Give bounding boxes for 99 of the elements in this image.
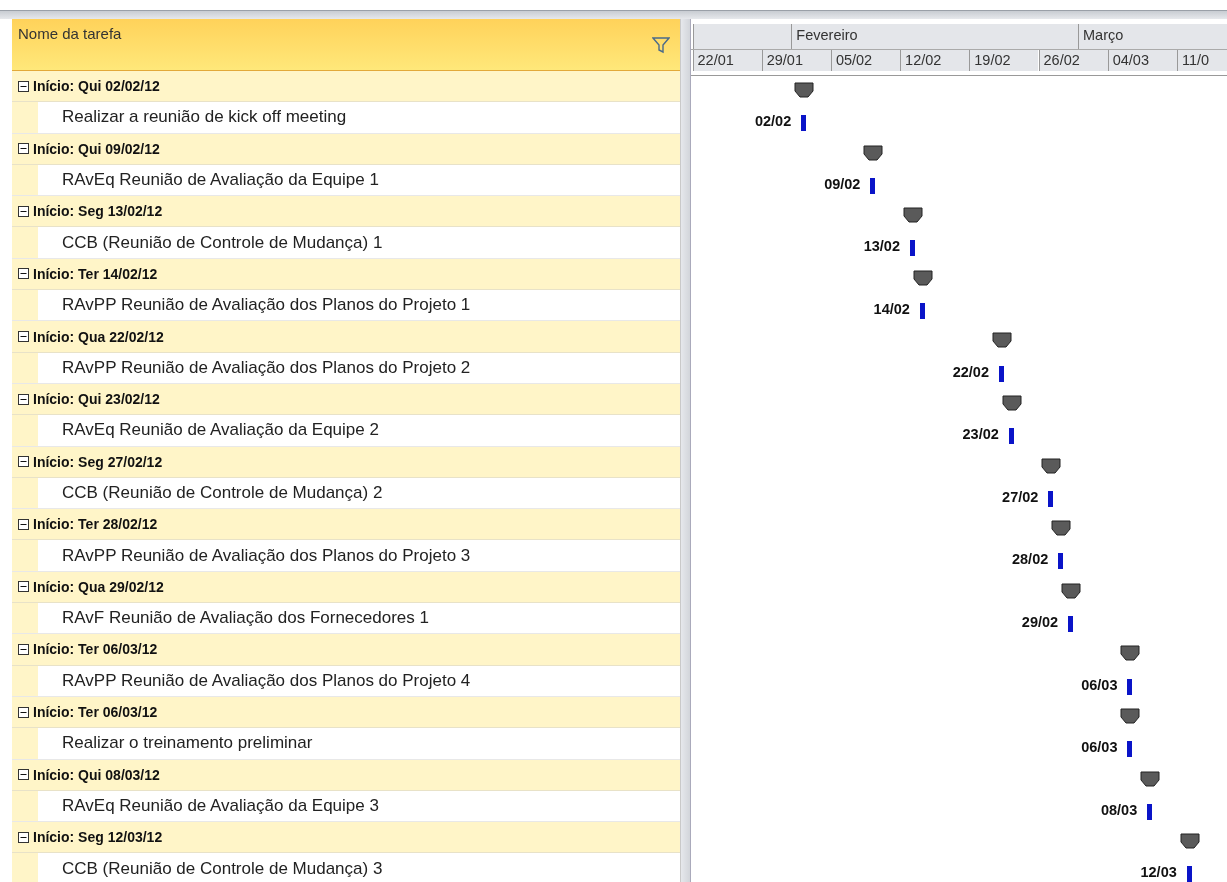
date-label: 27/02 <box>1002 488 1039 505</box>
week-header: 12/02 <box>900 50 970 71</box>
group-title: Início: Qua 29/02/12 <box>33 578 164 595</box>
task-row[interactable]: RAvPP Reunião de Avaliação dos Planos do Projeto 3 <box>12 540 680 572</box>
task-name: RAvPP Reunião de Avaliação dos Planos do Projeto 1 <box>61 295 471 316</box>
summary-marker-icon <box>1041 457 1062 474</box>
month-header: Fevereiro <box>791 24 1078 49</box>
date-label: 02/02 <box>754 113 792 130</box>
group-title: Início: Ter 06/03/12 <box>33 641 158 658</box>
task-name: RAvPP Reunião de Avaliação dos Planos do Projeto 3 <box>61 545 471 566</box>
month-header: Março <box>1078 24 1227 49</box>
group-title: Início: Seg 12/03/12 <box>33 829 163 846</box>
group-title: Início: Ter 14/02/12 <box>33 265 158 282</box>
group-title: Início: Qui 02/02/12 <box>33 78 160 95</box>
task-row[interactable]: Realizar o treinamento preliminar <box>12 728 680 760</box>
date-label: 23/02 <box>962 426 999 443</box>
task-bar[interactable] <box>870 177 876 194</box>
task-name: RAvPP Reunião de Avaliação dos Planos do Projeto 4 <box>61 670 471 691</box>
task-bar[interactable] <box>1186 866 1192 882</box>
summary-marker-icon <box>794 82 815 98</box>
summary-marker-icon <box>1061 582 1082 599</box>
collapse-icon[interactable] <box>18 706 29 718</box>
task-bar[interactable] <box>1127 678 1133 695</box>
task-bar[interactable] <box>1068 616 1074 633</box>
collapse-icon[interactable] <box>18 456 29 468</box>
task-name: RAvF Reunião de Avaliação dos Fornecedores 1 <box>61 608 429 629</box>
collapse-icon[interactable] <box>18 80 29 92</box>
task-bar[interactable] <box>1008 428 1014 445</box>
task-row[interactable]: RAvPP Reunião de Avaliação dos Planos do Projeto 2 <box>12 352 680 384</box>
week-header: 04/03 <box>1107 50 1177 71</box>
summary-marker-icon <box>1051 520 1072 537</box>
task-row[interactable]: CCB (Reunião de Controle de Mudança) 1 <box>12 227 680 259</box>
task-bar[interactable] <box>998 365 1004 382</box>
date-label: 09/02 <box>824 175 861 192</box>
task-row[interactable]: RAvEq Reunião de Avaliação da Equipe 2 <box>12 415 680 447</box>
group-title: Início: Qui 23/02/12 <box>33 391 160 408</box>
date-label: 29/02 <box>1021 614 1059 631</box>
collapse-icon[interactable] <box>18 205 29 217</box>
collapse-icon[interactable] <box>18 393 29 405</box>
column-title: Nome da tarefa <box>18 25 122 42</box>
week-header: 05/02 <box>830 50 901 71</box>
date-label: 22/02 <box>952 363 989 380</box>
task-name: RAvEq Reunião de Avaliação da Equipe 2 <box>61 420 379 441</box>
date-label: 13/02 <box>863 238 900 255</box>
date-label: 14/02 <box>873 301 910 318</box>
task-bar[interactable] <box>1048 490 1054 507</box>
task-bar[interactable] <box>910 240 915 257</box>
date-label: 08/03 <box>1100 801 1138 818</box>
group-title: Início: Seg 27/02/12 <box>33 453 163 470</box>
summary-marker-icon <box>1001 394 1022 411</box>
group-title: Início: Qui 09/02/12 <box>33 140 160 157</box>
column-header[interactable]: Nome da tarefa <box>12 19 680 71</box>
collapse-icon[interactable] <box>18 331 29 342</box>
date-label: 28/02 <box>1011 551 1049 568</box>
task-name: RAvPP Reunião de Avaliação dos Planos do Projeto 2 <box>61 357 471 378</box>
task-bar[interactable] <box>919 303 925 320</box>
task-name: CCB (Reunião de Controle de Mudança) 3 <box>61 858 383 879</box>
task-name: CCB (Reunião de Controle de Mudança) 1 <box>61 232 383 253</box>
week-header: 26/02 <box>1038 50 1108 71</box>
summary-marker-icon <box>991 332 1012 349</box>
group-title: Início: Qui 08/03/12 <box>33 766 160 783</box>
week-header: 19/02 <box>969 50 1039 71</box>
summary-marker-icon <box>1179 833 1200 850</box>
collapse-icon[interactable] <box>18 831 29 843</box>
date-label: 06/03 <box>1081 739 1118 756</box>
collapse-icon[interactable] <box>18 518 29 530</box>
task-name: CCB (Reunião de Controle de Mudança) 2 <box>61 483 383 503</box>
group-title: Início: Ter 28/02/12 <box>33 516 158 533</box>
collapse-icon[interactable] <box>18 268 29 280</box>
task-name: RAvEq Reunião de Avaliação da Equipe 3 <box>61 795 379 816</box>
group-title: Início: Qua 22/02/12 <box>33 328 164 345</box>
collapse-icon[interactable] <box>18 143 29 155</box>
collapse-icon[interactable] <box>18 644 29 655</box>
task-name: Realizar o treinamento preliminar <box>61 733 313 754</box>
collapse-icon[interactable] <box>18 769 29 781</box>
summary-marker-icon <box>912 269 933 286</box>
collapse-icon[interactable] <box>18 581 29 593</box>
task-name: RAvEq Reunião de Avaliação da Equipe 1 <box>61 170 379 191</box>
task-bar[interactable] <box>801 115 807 132</box>
filter-icon[interactable] <box>652 36 670 54</box>
summary-marker-icon <box>1120 645 1141 662</box>
week-header: 29/01 <box>761 50 831 71</box>
week-header: 22/01 <box>692 50 762 71</box>
date-label: 06/03 <box>1081 676 1118 693</box>
summary-marker-icon <box>1120 707 1141 724</box>
task-row[interactable]: RAvPP Reunião de Avaliação dos Planos do Projeto 4 <box>12 665 680 697</box>
week-header: 11/0 <box>1176 50 1227 71</box>
summary-marker-icon <box>1140 770 1161 787</box>
task-bar[interactable] <box>1127 741 1133 758</box>
summary-marker-icon <box>863 144 884 161</box>
date-label: 12/03 <box>1140 864 1177 881</box>
task-bar[interactable] <box>1147 803 1153 820</box>
task-row[interactable]: Realizar a reunião de kick off meeting <box>12 102 680 134</box>
task-name: Realizar a reunião de kick off meeting <box>61 107 347 128</box>
task-row[interactable]: CCB (Reunião de Controle de Mudança) 3 <box>12 853 680 882</box>
group-title: Início: Ter 06/03/12 <box>33 704 158 721</box>
group-title: Início: Seg 13/02/12 <box>33 203 163 220</box>
summary-marker-icon <box>903 207 923 224</box>
task-bar[interactable] <box>1058 553 1064 570</box>
